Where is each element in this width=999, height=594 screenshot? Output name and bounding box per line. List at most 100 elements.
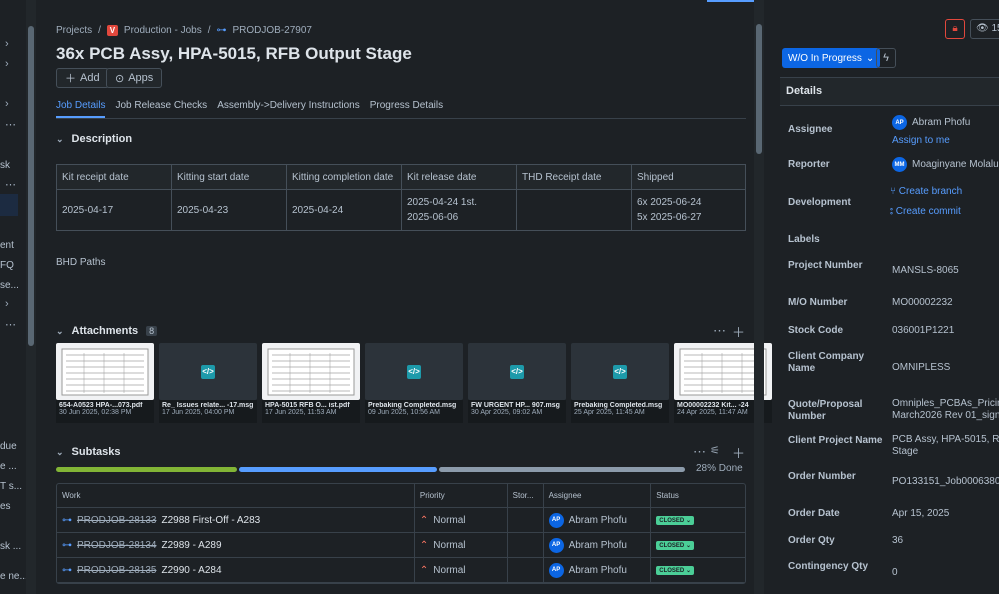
- attachment-card[interactable]: </> FW URGENT HP... 907.msg 30 Apr 2025, 0…: [468, 343, 566, 423]
- client-project-value-line1[interactable]: PCB Assy, HPA-5015, RFB O: [892, 434, 999, 446]
- quote-value-line2[interactable]: March2026 Rev 01_signed: [892, 410, 999, 422]
- create-branch-link[interactable]: ⑂ Create branch: [890, 186, 997, 198]
- breadcrumb-project[interactable]: Production - Jobs: [124, 25, 202, 36]
- story-points-cell[interactable]: [508, 533, 544, 557]
- breadcrumb-projects[interactable]: Projects: [56, 25, 92, 36]
- tab-assembly-delivery[interactable]: Assembly->Delivery Instructions: [217, 100, 360, 118]
- watchers-button[interactable]: 👁︎ 15: [970, 19, 999, 39]
- assignee-cell[interactable]: AP Abram Phofu: [544, 558, 652, 582]
- assignee-value[interactable]: AP Abram Phofu: [892, 115, 999, 130]
- order-qty-value[interactable]: 36: [892, 535, 999, 547]
- attachment-card[interactable]: </> Re_ Issues relate... -17.msg 17 Jun 20…: [159, 343, 257, 423]
- status-cell[interactable]: CLOSED ⌄: [651, 508, 745, 532]
- create-commit-link[interactable]: ⦂ Create commit: [890, 206, 997, 218]
- plus-icon[interactable]: ＋: [732, 322, 745, 341]
- story-points-cell[interactable]: [508, 558, 544, 582]
- assignee-cell[interactable]: AP Abram Phofu: [544, 508, 652, 532]
- subtask-key[interactable]: PRODJOB-28134: [77, 540, 156, 551]
- assign-to-me-link[interactable]: Assign to me: [892, 135, 999, 147]
- contingency-qty-value[interactable]: 0: [892, 567, 999, 579]
- nav-item-fragment[interactable]: se...: [0, 280, 19, 291]
- attachment-card[interactable]: 654-A0523 HPA-...073.pdf 30 Jun 2025, 02:…: [56, 343, 154, 423]
- quote-value-line1[interactable]: Omniples_PCBAs_Pricing_J: [892, 398, 999, 410]
- assignee-cell[interactable]: AP Abram Phofu: [544, 533, 652, 557]
- apps-button[interactable]: ⊙ Apps: [106, 68, 163, 88]
- status-button[interactable]: W/O In Progress ⌄: [782, 48, 881, 68]
- add-button[interactable]: ＋ Add: [56, 68, 109, 88]
- issue-title[interactable]: 36x PCB Assy, HPA-5015, RFB Output Stage: [56, 44, 412, 64]
- chevron-down-icon[interactable]: ⌄: [56, 447, 64, 458]
- nav-item-fragment[interactable]: ent: [0, 240, 14, 251]
- client-company-value[interactable]: OMNIPLESS: [892, 362, 999, 374]
- column-header-work[interactable]: Work: [57, 484, 415, 507]
- selected-nav-item[interactable]: [0, 194, 18, 216]
- chevron-down-icon[interactable]: ⌄: [56, 326, 64, 337]
- status-cell[interactable]: CLOSED ⌄: [651, 558, 745, 582]
- more-icon[interactable]: ⋯: [713, 323, 726, 339]
- priority-cell[interactable]: ⌃ Normal: [415, 558, 508, 582]
- project-number-value[interactable]: MANSLS-8065: [892, 265, 999, 277]
- table-row[interactable]: ⊶ PRODJOB-28134 Z2989 - A289 ⌃ Normal AP Abram…: [57, 533, 745, 558]
- chevron-down-icon[interactable]: ⌄: [56, 134, 64, 145]
- lock-icon[interactable]: 🔒︎: [945, 19, 965, 39]
- reporter-value[interactable]: MM Moaginyane Molalugi: [892, 157, 999, 172]
- column-header-priority[interactable]: Priority: [415, 484, 508, 507]
- main-scrollbar[interactable]: [754, 0, 764, 594]
- nav-item-fragment[interactable]: e ...: [0, 461, 17, 472]
- column-header-story[interactable]: Stor...: [508, 484, 544, 507]
- attachment-card[interactable]: </> Prebaking Completed.msg 09 Jun 2025, 1…: [365, 343, 463, 423]
- subtask-key[interactable]: PRODJOB-28135: [77, 565, 156, 576]
- left-scrollbar[interactable]: [26, 0, 36, 594]
- attachment-thumbnail[interactable]: [56, 343, 154, 400]
- subtasks-header[interactable]: ⌄ Subtasks: [56, 446, 120, 458]
- chevron-right-icon[interactable]: ›: [5, 298, 9, 310]
- breadcrumb-issue-key[interactable]: PRODJOB-27907: [233, 25, 312, 36]
- column-header-assignee[interactable]: Assignee: [544, 484, 652, 507]
- status-cell[interactable]: CLOSED ⌄: [651, 533, 745, 557]
- nav-item-fragment[interactable]: sk: [0, 160, 10, 171]
- column-header-status[interactable]: Status: [651, 484, 745, 507]
- tab-progress-details[interactable]: Progress Details: [370, 100, 443, 118]
- subtask-summary[interactable]: Z2989 - A289: [161, 540, 221, 551]
- table-row[interactable]: ⊶ PRODJOB-28135 Z2990 - A284 ⌃ Normal AP Abram…: [57, 558, 745, 583]
- status-lozenge[interactable]: CLOSED ⌄: [656, 540, 694, 550]
- nav-item-fragment[interactable]: es: [0, 501, 11, 512]
- details-heading[interactable]: Details: [780, 77, 999, 106]
- subtask-summary[interactable]: Z2988 First-Off - A283: [161, 515, 260, 526]
- order-date-value[interactable]: Apr 15, 2025: [892, 508, 999, 520]
- attachment-card[interactable]: HPA-5015 RFB O... ist.pdf 17 Jun 2025, 11…: [262, 343, 360, 423]
- client-project-value-line2[interactable]: Stage: [892, 446, 999, 458]
- chevron-right-icon[interactable]: ›: [5, 38, 9, 50]
- status-lozenge[interactable]: CLOSED ⌄: [656, 515, 694, 525]
- description-header[interactable]: ⌄ Description: [56, 133, 132, 145]
- attachment-thumbnail[interactable]: </>: [571, 343, 669, 400]
- priority-cell[interactable]: ⌃ Normal: [415, 533, 508, 557]
- work-cell[interactable]: ⊶ PRODJOB-28135 Z2990 - A284: [57, 558, 415, 582]
- filter-sliders-icon[interactable]: ⚟: [710, 444, 720, 457]
- nav-item-fragment[interactable]: T s...: [0, 481, 22, 492]
- tab-job-details[interactable]: Job Details: [56, 100, 106, 118]
- chevron-right-icon[interactable]: ›: [5, 58, 9, 70]
- more-icon[interactable]: ⋯: [5, 178, 16, 191]
- attachment-thumbnail[interactable]: </>: [468, 343, 566, 400]
- mo-number-value[interactable]: MO00002232: [892, 297, 999, 309]
- plus-icon[interactable]: ＋: [732, 443, 745, 462]
- more-icon[interactable]: ⋯: [5, 318, 16, 331]
- status-lozenge[interactable]: CLOSED ⌄: [656, 565, 694, 575]
- subtask-summary[interactable]: Z2990 - A284: [161, 565, 221, 576]
- work-cell[interactable]: ⊶ PRODJOB-28133 Z2988 First-Off - A283: [57, 508, 415, 532]
- story-points-cell[interactable]: [508, 508, 544, 532]
- stock-code-value[interactable]: 036001P1221: [892, 325, 999, 337]
- attachment-thumbnail[interactable]: </>: [159, 343, 257, 400]
- nav-item-fragment[interactable]: sk ...: [0, 541, 21, 552]
- left-scrollbar-thumb[interactable]: [28, 26, 34, 346]
- more-icon[interactable]: ⋯: [5, 118, 16, 131]
- more-icon[interactable]: ⋯: [693, 444, 706, 460]
- tab-job-release-checks[interactable]: Job Release Checks: [115, 100, 207, 118]
- nav-item-fragment[interactable]: e ne...: [0, 571, 28, 582]
- main-scrollbar-thumb[interactable]: [756, 24, 762, 154]
- automation-bolt-icon[interactable]: ϟ: [876, 48, 896, 68]
- table-row[interactable]: ⊶ PRODJOB-28133 Z2988 First-Off - A283 ⌃ Nor…: [57, 508, 745, 533]
- chevron-right-icon[interactable]: ›: [5, 98, 9, 110]
- work-cell[interactable]: ⊶ PRODJOB-28134 Z2989 - A289: [57, 533, 415, 557]
